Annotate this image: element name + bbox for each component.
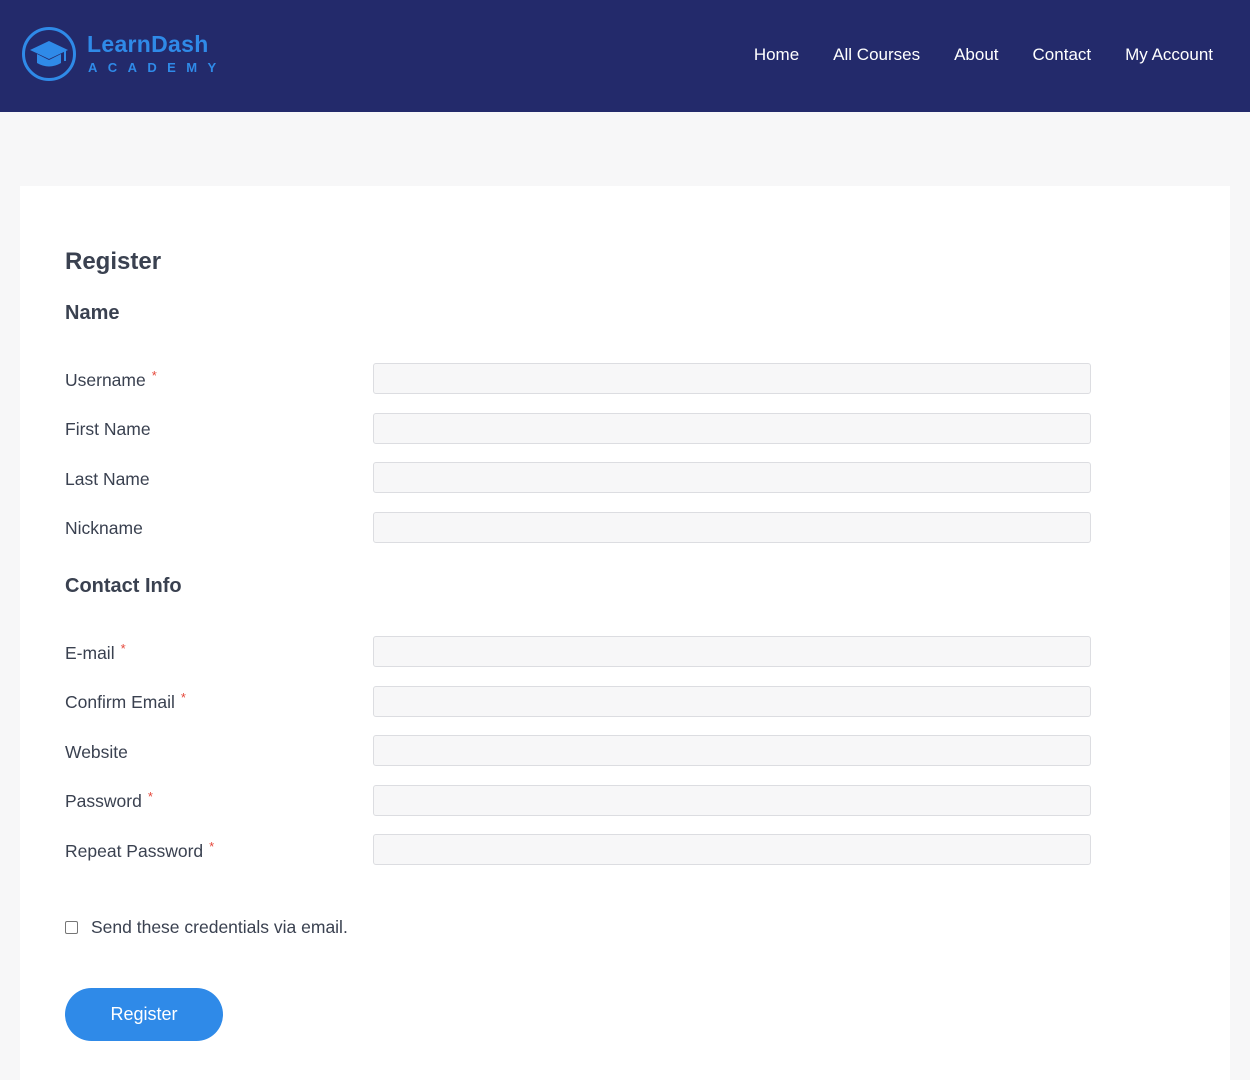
confirm-email-label: Confirm Email * <box>65 690 186 712</box>
repeat-password-input[interactable] <box>373 834 1091 865</box>
required-marker: * <box>120 641 126 656</box>
nav-about[interactable]: About <box>954 44 998 66</box>
required-marker: * <box>147 789 153 804</box>
email-input[interactable] <box>373 636 1091 667</box>
graduation-cap-icon <box>22 27 76 81</box>
last-name-label: Last Name <box>65 469 150 489</box>
confirm-email-input[interactable] <box>373 686 1091 717</box>
required-marker: * <box>209 839 215 854</box>
site-header: LearnDash ACADEMY Home All Courses About… <box>0 0 1250 112</box>
password-input[interactable] <box>373 785 1091 816</box>
page-title: Register <box>65 248 162 275</box>
first-name-label: First Name <box>65 419 151 439</box>
repeat-password-label: Repeat Password * <box>65 839 215 861</box>
site-logo[interactable]: LearnDash ACADEMY <box>21 26 221 84</box>
website-label: Website <box>65 742 128 762</box>
email-label: E-mail * <box>65 641 126 663</box>
section-name-heading: Name <box>65 302 120 324</box>
section-contact-heading: Contact Info <box>65 575 182 597</box>
nav-all-courses[interactable]: All Courses <box>833 44 920 66</box>
required-marker: * <box>151 368 157 383</box>
logo-name: LearnDash <box>87 31 209 57</box>
nav-contact[interactable]: Contact <box>1033 44 1092 66</box>
nav-my-account[interactable]: My Account <box>1125 44 1213 66</box>
send-credentials-row: Send these credentials via email. <box>65 917 348 938</box>
main-nav: Home All Courses About Contact My Accoun… <box>720 44 1213 66</box>
send-credentials-label[interactable]: Send these credentials via email. <box>91 917 348 938</box>
username-input[interactable] <box>373 363 1091 394</box>
last-name-input[interactable] <box>373 462 1091 493</box>
register-card <box>20 186 1230 1080</box>
send-credentials-checkbox[interactable] <box>65 921 78 934</box>
logo-subtitle: ACADEMY <box>88 60 227 75</box>
website-input[interactable] <box>373 735 1091 766</box>
nickname-label: Nickname <box>65 518 143 538</box>
nickname-input[interactable] <box>373 512 1091 543</box>
password-label: Password * <box>65 789 153 811</box>
username-label: Username * <box>65 368 157 390</box>
required-marker: * <box>180 690 186 705</box>
first-name-input[interactable] <box>373 413 1091 444</box>
nav-home[interactable]: Home <box>754 44 799 66</box>
register-button[interactable]: Register <box>65 988 223 1041</box>
